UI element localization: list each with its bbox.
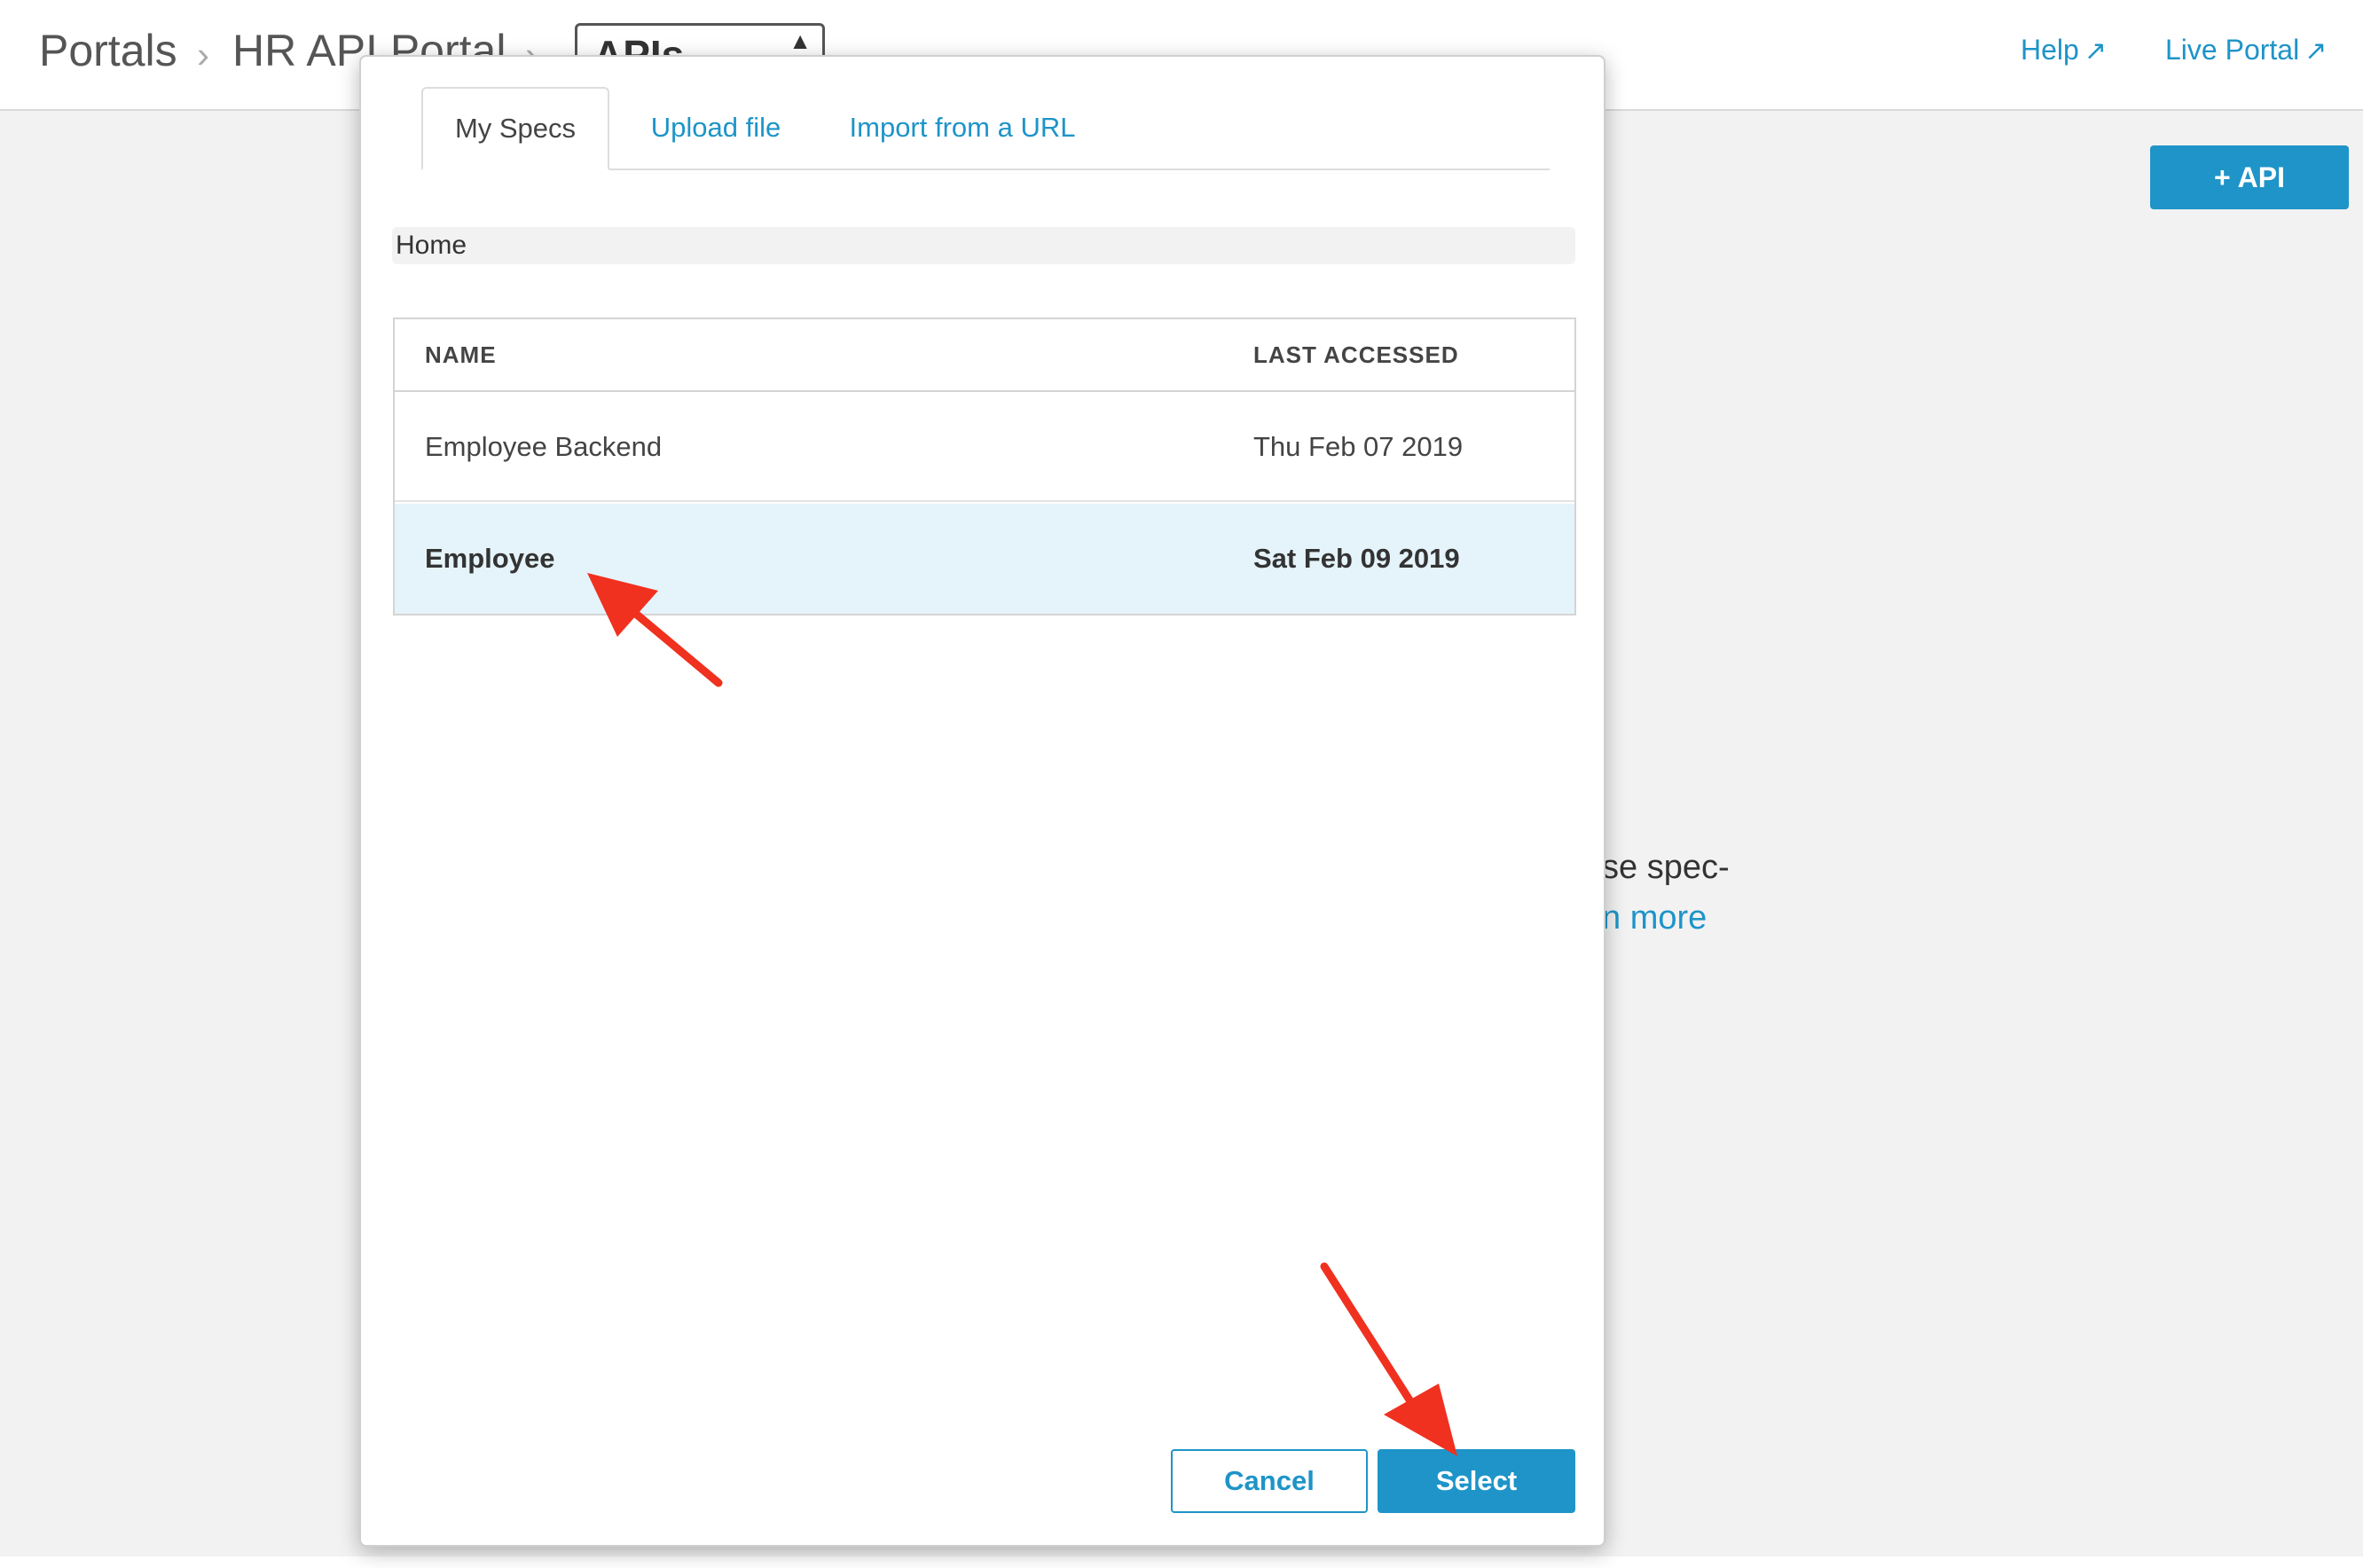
add-api-button-label: API <box>2237 161 2286 193</box>
select-spec-dialog: My Specs Upload file Import from a URL H… <box>359 55 1605 1547</box>
select-button[interactable]: Select <box>1378 1449 1575 1513</box>
help-link-label: Help <box>2021 34 2079 66</box>
tab-import-from-url[interactable]: Import from a URL <box>829 87 1095 169</box>
spec-source-tabs: My Specs Upload file Import from a URL <box>421 87 1550 170</box>
empty-state-line: se spec- <box>1602 849 1730 886</box>
caret-up-icon: ▲ <box>789 27 812 54</box>
empty-state-text: se spec- n more <box>1602 843 1730 944</box>
tab-my-specs[interactable]: My Specs <box>421 87 609 170</box>
breadcrumb-separator: › <box>197 34 209 75</box>
spec-name: Employee Backend <box>425 431 663 462</box>
cancel-button[interactable]: Cancel <box>1171 1449 1368 1513</box>
table-row[interactable]: Employee Backend Thu Feb 07 2019 <box>395 392 1574 502</box>
live-portal-link[interactable]: Live Portal ↗ <box>2165 34 2327 67</box>
learn-more-link[interactable]: n more <box>1602 893 1730 944</box>
add-api-button[interactable]: + API <box>2150 145 2349 209</box>
table-row-selected[interactable]: Employee Sat Feb 09 2019 <box>395 504 1574 614</box>
spec-table: NAME LAST ACCESSED Employee Backend Thu … <box>393 318 1576 615</box>
folder-breadcrumb-home[interactable]: Home <box>396 227 467 264</box>
tab-upload-file[interactable]: Upload file <box>627 87 805 169</box>
spec-last-accessed: Sat Feb 09 2019 <box>1253 543 1460 574</box>
breadcrumb-portals[interactable]: Portals <box>39 25 177 76</box>
help-link[interactable]: Help ↗ <box>2021 34 2107 67</box>
spec-name: Employee <box>425 543 555 574</box>
plus-icon: + <box>2213 161 2231 193</box>
spec-last-accessed: Thu Feb 07 2019 <box>1253 431 1464 462</box>
external-link-icon: ↗ <box>2084 36 2107 66</box>
external-link-icon: ↗ <box>2304 36 2328 66</box>
folder-breadcrumb: Home <box>392 227 1575 264</box>
column-header-last-accessed[interactable]: LAST ACCESSED <box>1253 319 1459 390</box>
column-header-name[interactable]: NAME <box>425 319 497 390</box>
live-portal-link-label: Live Portal <box>2165 34 2300 66</box>
